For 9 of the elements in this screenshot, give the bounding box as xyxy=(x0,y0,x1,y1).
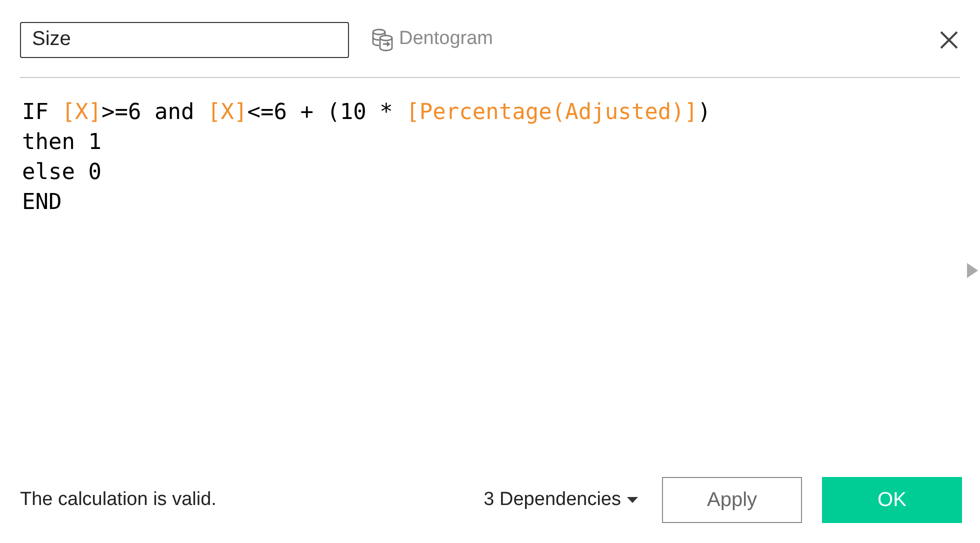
caret-icon xyxy=(627,497,638,503)
database-icon xyxy=(370,27,395,52)
name-field[interactable]: Size xyxy=(20,22,349,58)
status-message: The calculation is valid. xyxy=(20,488,216,512)
close-button[interactable] xyxy=(938,28,960,50)
code-editor[interactable]: IF [X]>=6 and [X]<=6 + (10 * [Percentage(Adjusted)]) then 1 else 0 END xyxy=(22,98,958,218)
dependencies-dropdown[interactable]: 3 Dependencies xyxy=(484,486,638,514)
apply-button[interactable]: Apply xyxy=(662,477,802,523)
data-source-label: Dentogram xyxy=(399,27,493,52)
